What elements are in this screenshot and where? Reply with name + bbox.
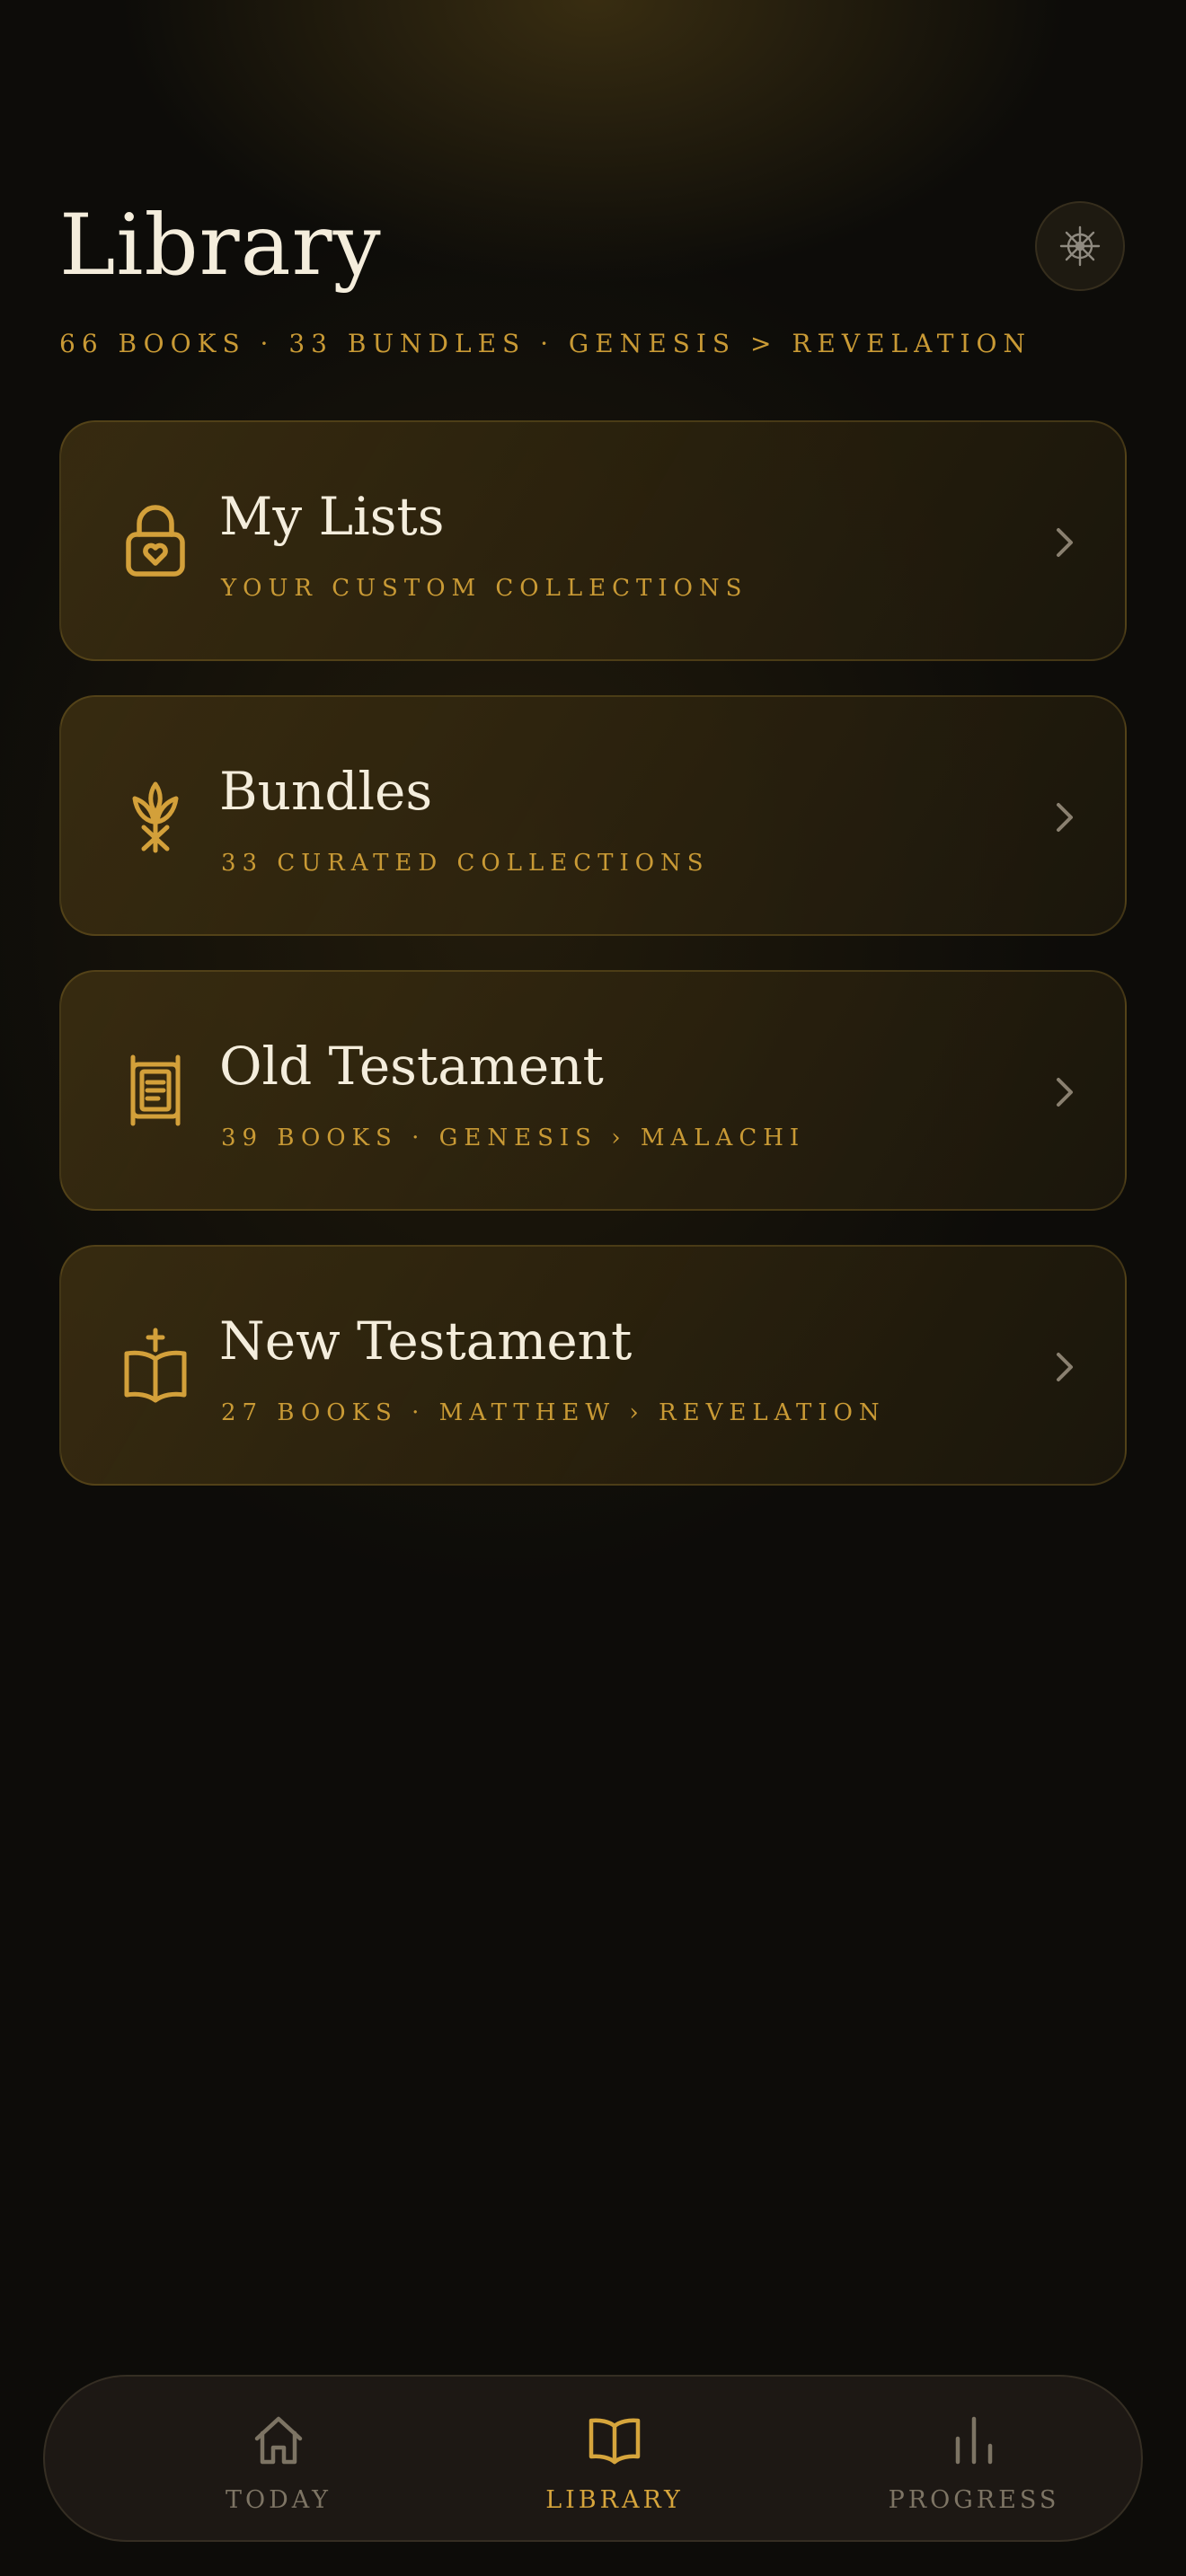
lock-heart-icon: [126, 505, 185, 577]
nav-label: TODAY: [225, 2486, 332, 2514]
chevron-right-icon: [1057, 1078, 1073, 1107]
card-subtitle: YOUR CUSTOM COLLECTIONS: [221, 575, 748, 602]
nav-item-today[interactable]: TODAY: [144, 2377, 413, 2540]
chevron-right-icon: [1057, 528, 1073, 557]
chevron-right-icon: [1057, 1353, 1073, 1381]
scroll-icon: [130, 1054, 181, 1126]
card-title: My Lists: [219, 486, 445, 547]
nav-item-progress[interactable]: PROGRESS: [839, 2377, 1109, 2540]
nav-label: PROGRESS: [888, 2486, 1060, 2514]
card-subtitle: 39 BOOKS · GENESIS › MALACHI: [221, 1125, 806, 1151]
card-bundles[interactable]: Bundles 33 CURATED COLLECTIONS: [59, 695, 1127, 936]
open-book-icon: [589, 2418, 641, 2465]
nav-item-library[interactable]: LIBRARY: [480, 2377, 749, 2540]
card-title: Old Testament: [219, 1036, 604, 1097]
card-subtitle: 27 BOOKS · MATTHEW › REVELATION: [221, 1399, 886, 1426]
chevron-right-icon: [1057, 803, 1073, 832]
bible-cross-icon: [124, 1328, 187, 1403]
card-new-testament[interactable]: New Testament 27 BOOKS · MATTHEW › REVEL…: [59, 1245, 1127, 1486]
ship-wheel-icon: [1059, 225, 1101, 267]
card-title: Bundles: [219, 761, 433, 822]
card-subtitle: 33 CURATED COLLECTIONS: [221, 850, 710, 877]
settings-button[interactable]: [1035, 201, 1125, 291]
bar-chart-icon: [955, 2416, 993, 2465]
library-subtitle: 66 BOOKS · 33 BUNDLES · GENESIS > REVELA…: [59, 329, 1031, 358]
home-icon: [254, 2416, 303, 2465]
wheat-icon: [132, 781, 179, 853]
page-title: Library: [59, 197, 382, 295]
bottom-nav: TODAY LIBRARY PROGRESS: [43, 2375, 1143, 2542]
card-old-testament[interactable]: Old Testament 39 BOOKS · GENESIS › MALAC…: [59, 970, 1127, 1211]
nav-label: LIBRARY: [545, 2486, 684, 2514]
card-title: New Testament: [219, 1310, 633, 1372]
card-my-lists[interactable]: My Lists YOUR CUSTOM COLLECTIONS: [59, 420, 1127, 661]
